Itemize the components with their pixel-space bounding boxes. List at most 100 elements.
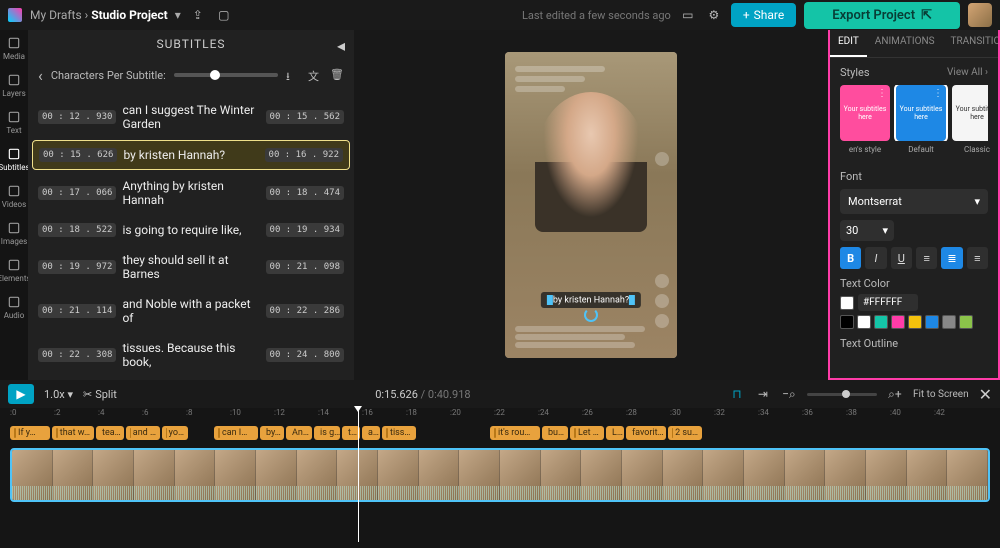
- subtitle-text[interactable]: and Noble with a packet of: [122, 297, 259, 325]
- subtitle-overlay[interactable]: by kristen Hannah?: [541, 292, 641, 308]
- rail-images[interactable]: Images: [1, 221, 27, 246]
- magnet-icon[interactable]: ⊓: [729, 386, 745, 402]
- collapse-panel-icon[interactable]: ◂: [337, 36, 346, 55]
- subtitle-clip[interactable]: yo…: [162, 426, 188, 440]
- subtitle-clip[interactable]: favorit…: [626, 426, 666, 440]
- align-center-button[interactable]: ≣: [941, 247, 962, 269]
- rail-audio[interactable]: Audio: [4, 295, 25, 320]
- zoom-out-icon[interactable]: −⌕: [781, 386, 797, 402]
- split-button[interactable]: ✂ Split: [83, 388, 117, 401]
- card-menu-icon[interactable]: ⋮: [877, 88, 887, 99]
- rail-subtitles[interactable]: Subtitles: [0, 147, 30, 172]
- playhead[interactable]: [358, 408, 359, 542]
- subtitle-clip[interactable]: a…: [362, 426, 380, 440]
- subtitle-clip[interactable]: L…: [606, 426, 624, 440]
- font-select[interactable]: Montserrat▾: [840, 189, 988, 214]
- subtitle-clip[interactable]: is g…: [314, 426, 340, 440]
- subtitle-text[interactable]: can I suggest The Winter Garden: [122, 103, 259, 131]
- subtitle-track[interactable]: If y…that w…tea…and …yo… can I…by…An…is g…: [0, 422, 1000, 444]
- subtitle-row[interactable]: 00 : 21 . 114and Noble with a packet of0…: [32, 290, 350, 332]
- italic-button[interactable]: I: [865, 247, 886, 269]
- color-swatch[interactable]: [840, 315, 854, 329]
- style-card[interactable]: ⋮Your subtitles here: [952, 85, 988, 141]
- subtitle-clip[interactable]: An…: [286, 426, 312, 440]
- fit-to-screen[interactable]: Fit to Screen: [913, 389, 969, 400]
- chevron-down-icon[interactable]: ▾: [175, 8, 181, 22]
- app-logo[interactable]: [8, 8, 22, 22]
- comment-icon[interactable]: ▭: [679, 6, 697, 24]
- zoom-in-icon[interactable]: ⌕+: [887, 386, 903, 402]
- video-track[interactable]: [10, 448, 990, 502]
- video-preview[interactable]: by kristen Hannah?: [505, 52, 677, 358]
- underline-button[interactable]: U: [891, 247, 912, 269]
- playback-speed[interactable]: 1.0x ▾: [44, 388, 73, 401]
- subtitle-text[interactable]: they should sell it at Barnes: [122, 253, 259, 281]
- zoom-slider[interactable]: [807, 393, 877, 396]
- subtitle-list[interactable]: 00 : 12 . 930can I suggest The Winter Ga…: [28, 92, 354, 380]
- color-swatch[interactable]: [891, 315, 905, 329]
- share-button[interactable]: +Share: [731, 3, 796, 27]
- hex-input[interactable]: [858, 294, 918, 311]
- subtitle-clip[interactable]: bu…: [542, 426, 568, 440]
- tab-animations[interactable]: ANIMATIONS: [867, 30, 943, 57]
- subtitle-clip[interactable]: can I…: [214, 426, 258, 440]
- subtitle-clip[interactable]: tiss…: [382, 426, 416, 440]
- card-menu-icon[interactable]: ⋮: [933, 88, 943, 99]
- close-timeline-icon[interactable]: ✕: [979, 385, 992, 404]
- user-avatar[interactable]: [968, 3, 992, 27]
- chars-slider[interactable]: [174, 73, 278, 77]
- subtitle-row[interactable]: 00 : 12 . 930can I suggest The Winter Ga…: [32, 96, 350, 138]
- color-swatch[interactable]: [857, 315, 871, 329]
- style-card[interactable]: ⋮Your subtitles here: [840, 85, 890, 141]
- canvas[interactable]: by kristen Hannah?: [354, 30, 828, 380]
- current-color-swatch[interactable]: [840, 296, 854, 310]
- style-card[interactable]: ⋮Your subtitles here: [896, 85, 946, 141]
- subtitle-clip[interactable]: that w…: [52, 426, 94, 440]
- font-size-select[interactable]: 30▾: [840, 220, 894, 241]
- timeline-ruler[interactable]: :0:2:4:6:8:10:12:14:16:18:20:22:24:26:28…: [0, 408, 1000, 422]
- align-left-button[interactable]: ≡: [916, 247, 937, 269]
- align-right-button[interactable]: ≡: [967, 247, 988, 269]
- rail-media[interactable]: Media: [3, 36, 25, 61]
- settings-icon[interactable]: ⚙: [705, 6, 723, 24]
- subtitle-row[interactable]: 00 : 18 . 522is going to require like,00…: [32, 216, 350, 244]
- subtitle-row[interactable]: 00 : 19 . 972they should sell it at Barn…: [32, 246, 350, 288]
- rail-text[interactable]: Text: [6, 110, 21, 135]
- subtitle-clip[interactable]: by…: [260, 426, 284, 440]
- subtitle-clip[interactable]: If y…: [10, 426, 50, 440]
- download-icon[interactable]: ⭳: [286, 68, 300, 82]
- subtitle-row[interactable]: 00 : 15 . 626by kristen Hannah?00 : 16 .…: [32, 140, 350, 170]
- subtitle-clip[interactable]: 2 su…: [668, 426, 702, 440]
- subtitle-text[interactable]: is going to require like,: [122, 223, 259, 237]
- tab-edit[interactable]: EDIT: [830, 30, 867, 57]
- rail-videos[interactable]: Videos: [2, 184, 26, 209]
- subtitle-clip[interactable]: it's rou…: [490, 426, 540, 440]
- subtitle-clip[interactable]: Let …: [570, 426, 604, 440]
- color-swatch[interactable]: [925, 315, 939, 329]
- subtitle-text[interactable]: Anything by kristen Hannah: [122, 179, 259, 207]
- rail-layers[interactable]: Layers: [2, 73, 25, 98]
- bold-button[interactable]: B: [840, 247, 861, 269]
- color-swatch[interactable]: [959, 315, 973, 329]
- subtitle-clip[interactable]: and …: [126, 426, 160, 440]
- translate-icon[interactable]: 文: [308, 68, 322, 82]
- breadcrumb-parent[interactable]: My Drafts: [30, 8, 82, 22]
- subtitle-row[interactable]: 00 : 17 . 066Anything by kristen Hannah0…: [32, 172, 350, 214]
- share-link-icon[interactable]: ⇪: [189, 6, 207, 24]
- color-swatch[interactable]: [908, 315, 922, 329]
- rail-elements[interactable]: Elements: [0, 258, 31, 283]
- subtitle-text[interactable]: by kristen Hannah?: [123, 148, 258, 162]
- export-button[interactable]: Export Project⇱: [804, 2, 960, 29]
- project-name[interactable]: Studio Project: [91, 8, 168, 22]
- view-all-link[interactable]: View All ›: [947, 67, 988, 78]
- subtitle-text[interactable]: tissues. Because this book,: [122, 341, 259, 369]
- subtitle-row[interactable]: 00 : 22 . 308tissues. Because this book,…: [32, 334, 350, 376]
- tab-transitions[interactable]: TRANSITIONS: [943, 30, 1000, 57]
- breadcrumb[interactable]: My Drafts › Studio Project ▾: [30, 8, 181, 22]
- back-arrow-icon[interactable]: ‹: [38, 66, 43, 85]
- trash-icon[interactable]: 🗑: [330, 68, 344, 82]
- subtitle-clip[interactable]: tea…: [96, 426, 124, 440]
- snap-icon[interactable]: ⇥: [755, 386, 771, 402]
- image-icon[interactable]: ▢: [215, 6, 233, 24]
- color-swatch[interactable]: [942, 315, 956, 329]
